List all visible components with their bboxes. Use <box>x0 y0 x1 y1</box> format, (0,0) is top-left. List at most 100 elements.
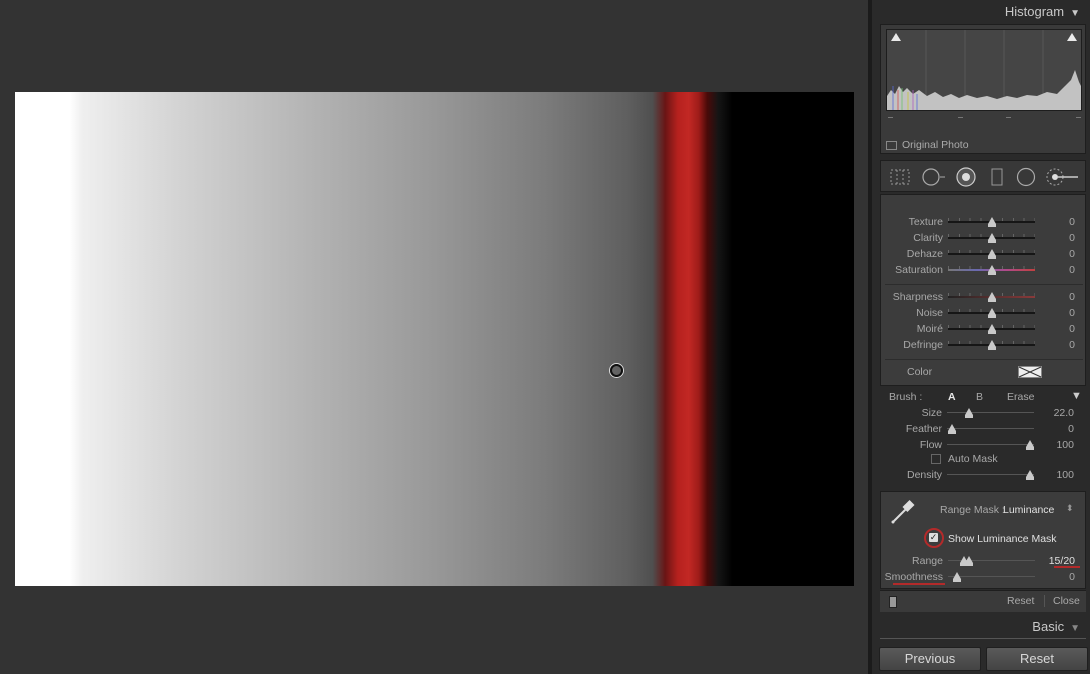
spot-removal-icon[interactable] <box>921 167 947 187</box>
reset-button[interactable]: Reset <box>986 647 1088 671</box>
mask-footer: Reset Close <box>880 590 1086 612</box>
slider-thumb[interactable] <box>1026 470 1034 480</box>
range-mask-select[interactable]: Luminance <box>1003 504 1054 516</box>
slider-value[interactable]: 100 <box>1056 439 1074 451</box>
slider-thumb[interactable] <box>988 340 996 350</box>
slider-thumb[interactable] <box>988 292 996 302</box>
range-mask-section: Range Mask : Luminance ⬍ ✓ Show Luminanc… <box>880 491 1086 589</box>
show-mask-label: Show Luminance Mask <box>948 533 1057 545</box>
slider-thumb[interactable] <box>948 424 956 434</box>
eyedropper-icon[interactable] <box>889 498 917 526</box>
slider-thumb[interactable] <box>1026 440 1034 450</box>
basic-header[interactable]: Basic ▼ <box>1032 619 1080 634</box>
slider-thumb[interactable] <box>988 308 996 318</box>
slider-track[interactable] <box>947 412 1034 413</box>
range-high-thumb[interactable] <box>965 556 973 566</box>
select-arrows-icon[interactable]: ⬍ <box>1066 503 1074 514</box>
slider-track[interactable] <box>948 576 1035 577</box>
slider-value[interactable]: 0 <box>1069 323 1075 335</box>
brush-b-tab[interactable]: B <box>976 391 983 403</box>
image-canvas[interactable] <box>0 0 868 674</box>
slider-feather[interactable]: Feather 0 <box>880 422 1086 436</box>
basic-title: Basic <box>1032 619 1065 634</box>
histogram-curve <box>887 30 1081 110</box>
slider-dehaze[interactable]: Dehaze 0 <box>881 247 1087 261</box>
close-link[interactable]: Close <box>1053 595 1080 607</box>
slider-track[interactable] <box>947 428 1034 429</box>
slider-value[interactable]: 0 <box>1069 307 1075 319</box>
slider-saturation[interactable]: Saturation 0 <box>881 263 1087 277</box>
slider-value[interactable]: 0 <box>1069 248 1075 260</box>
slider-value[interactable]: 22.0 <box>1054 407 1074 419</box>
reset-link[interactable]: Reset <box>1007 595 1034 607</box>
photo-preview[interactable] <box>15 92 854 586</box>
slider-value[interactable]: 0 <box>1069 216 1075 228</box>
slider-label: Saturation <box>895 264 943 276</box>
shadow-clipping-icon[interactable] <box>891 33 901 41</box>
previous-button[interactable]: Previous <box>879 647 981 671</box>
toggle-switch-icon[interactable] <box>889 596 897 608</box>
range-mask-label: Range Mask : <box>940 504 1005 516</box>
brush-section: Brush : A B Erase ▼ Size 22.0 Feather 0 … <box>880 388 1086 486</box>
original-photo-checkbox[interactable] <box>886 140 897 150</box>
crop-overlay-icon[interactable] <box>889 167 911 187</box>
slider-track[interactable] <box>947 474 1034 475</box>
slider-thumb[interactable] <box>988 324 996 334</box>
collapse-triangle-icon[interactable]: ▼ <box>1070 623 1080 634</box>
slider-thumb[interactable] <box>953 572 961 582</box>
slider-value[interactable]: 0 <box>1068 423 1074 435</box>
slider-label: Moiré <box>916 323 943 335</box>
histogram-graph <box>886 29 1082 111</box>
adjustment-brush-icon[interactable] <box>1045 167 1081 187</box>
slider-sharpness[interactable]: Sharpness 0 <box>881 290 1087 304</box>
slider-defringe[interactable]: Defringe 0 <box>881 338 1087 352</box>
slider-value[interactable]: 100 <box>1056 469 1074 481</box>
brush-a-tab[interactable]: A <box>948 391 956 403</box>
divider <box>885 359 1083 360</box>
slider-thumb[interactable] <box>988 217 996 227</box>
brush-erase-tab[interactable]: Erase <box>1007 391 1034 403</box>
slider-label: Density <box>906 469 942 481</box>
color-swatch-icon[interactable] <box>1018 366 1042 378</box>
slider-label: Sharpness <box>892 291 943 303</box>
slider-label: Noise <box>916 307 943 319</box>
slider-clarity[interactable]: Clarity 0 <box>881 231 1087 245</box>
slider-size[interactable]: Size 22.0 <box>880 406 1086 420</box>
radial-filter-icon[interactable] <box>1015 167 1037 187</box>
slider-flow[interactable]: Flow 100 <box>880 438 1086 452</box>
slider-track[interactable] <box>947 444 1034 445</box>
brush-label: Brush : <box>889 391 923 403</box>
slider-label: Size <box>921 407 942 419</box>
slider-label: Feather <box>905 423 942 435</box>
brush-collapse-icon[interactable]: ▼ <box>1071 390 1082 402</box>
slider-label: Dehaze <box>906 248 943 260</box>
graduated-filter-icon[interactable] <box>989 167 1005 187</box>
highlight-clipping-icon[interactable] <box>1067 33 1077 41</box>
slider-label: Range <box>912 555 943 567</box>
slider-thumb[interactable] <box>988 265 996 275</box>
slider-value[interactable]: 0 <box>1069 264 1075 276</box>
slider-value[interactable]: 0 <box>1069 571 1075 583</box>
slider-thumb[interactable] <box>988 249 996 259</box>
slider-noise[interactable]: Noise 0 <box>881 306 1087 320</box>
red-eye-icon[interactable] <box>955 167 977 187</box>
slider-value[interactable]: 0 <box>1069 339 1075 351</box>
brush-cursor <box>610 364 623 377</box>
auto-mask-label: Auto Mask <box>948 453 998 465</box>
slider-value[interactable]: 0 <box>1069 291 1075 303</box>
slider-smoothness[interactable]: Smoothness 0 <box>881 570 1087 584</box>
slider-thumb[interactable] <box>988 233 996 243</box>
auto-mask-checkbox[interactable] <box>931 454 941 464</box>
tool-strip <box>880 160 1086 192</box>
slider-density[interactable]: Density 100 <box>880 468 1086 482</box>
slider-thumb[interactable] <box>965 408 973 418</box>
histogram-header[interactable]: Histogram ▼ <box>1005 4 1080 19</box>
slider-value[interactable]: 0 <box>1069 232 1075 244</box>
slider-texture[interactable]: Texture 0 <box>881 215 1087 229</box>
slider-label: Flow <box>919 439 942 451</box>
show-mask-checkbox[interactable]: ✓ <box>929 533 938 542</box>
color-label: Color <box>907 366 933 378</box>
original-photo-toggle[interactable]: Original Photo <box>886 139 969 151</box>
slider-moire[interactable]: Moiré 0 <box>881 322 1087 336</box>
collapse-triangle-icon[interactable]: ▼ <box>1070 8 1080 19</box>
